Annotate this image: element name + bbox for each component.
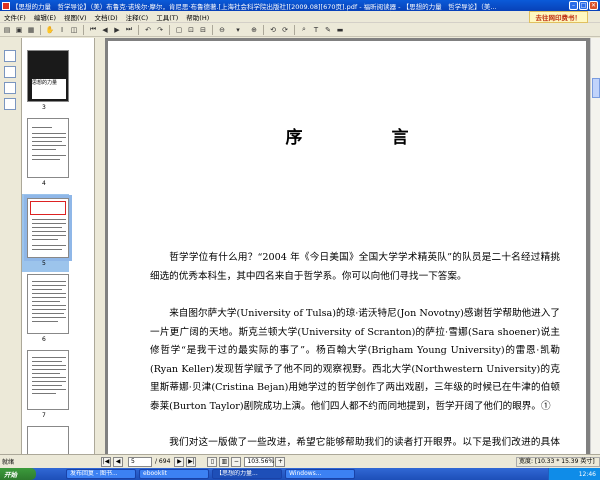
forward-icon[interactable]: ↷ [155,25,165,35]
select-text-icon[interactable]: I [57,25,67,35]
maximize-button[interactable]: □ [579,1,588,10]
status-text: 就绪 [2,459,15,466]
vertical-scrollbar[interactable] [590,38,600,454]
minimize-button[interactable]: – [569,1,578,10]
next-page-icon[interactable]: ▶ [112,25,122,35]
note-icon[interactable]: ✎ [323,25,333,35]
taskbar-item[interactable]: 发布回复 - 图书... [66,469,136,479]
layers-panel-icon[interactable] [4,82,16,94]
taskbar-item-active[interactable]: 【思想的力量... [212,469,282,479]
page-thumbnail[interactable] [27,274,69,334]
panel-splitter[interactable] [95,38,105,454]
snapshot-icon[interactable]: ◫ [69,25,79,35]
start-button[interactable]: 开始 [0,468,36,480]
toolbar: ▤ ▣ ▦ ✋ I ◫ ⏮ ◀ ▶ ⏭ ↶ ↷ ▢ ⊡ ⊟ ⊖ ▾ ⊕ ⟲ ⟳ … [0,23,600,37]
fit-page-icon[interactable]: ⊡ [186,25,196,35]
bookmarks-panel-icon[interactable] [4,66,16,78]
attachments-panel-icon[interactable] [4,98,16,110]
ad-banner[interactable]: 去往网印费书！ [528,10,588,23]
last-page-button[interactable]: ▶| [186,456,197,467]
visible-area-frame [30,201,66,215]
save-icon[interactable]: ▣ [14,25,24,35]
toolbar-separator [263,24,264,35]
first-page-icon[interactable]: ⏮ [88,25,98,35]
pdf-page: 序 言 哲学学位有什么用？“2004 年《今日美国》全国大学学术精英队”的队员是… [108,41,586,454]
fit-width-icon[interactable]: ⊟ [198,25,208,35]
menu-tools[interactable]: 工具(T) [152,12,182,22]
toolbar-separator [138,24,139,35]
actual-size-icon[interactable]: ▢ [174,25,184,35]
open-folder-icon[interactable]: ▤ [2,25,12,35]
rotate-right-icon[interactable]: ⟳ [280,25,290,35]
toolbar-separator [40,24,41,35]
page-thumbnail[interactable] [27,426,69,454]
thumbnail-page-number: 6 [42,336,46,343]
continuous-page-icon[interactable]: ▥ [219,456,230,467]
taskbar-item[interactable]: ebooklit [139,469,209,479]
page-thumbnail[interactable] [27,350,69,410]
thumbnail-page-number: 7 [42,412,46,419]
os-taskbar: 开始 发布回复 - 图书... ebooklit 【思想的力量... Windo… [0,468,600,480]
paragraph: 哲学学位有什么用？“2004 年《今日美国》全国大学学术精英队”的队员是二十名经… [150,252,560,282]
menu-document[interactable]: 文档(D) [91,12,122,22]
toolbar-separator [169,24,170,35]
paragraph: 我们对这一版做了一些改进，希望它能够帮助我们的读者打开眼界。以下是我们改进的具体… [169,437,560,448]
page-thumbnail[interactable] [27,118,69,178]
status-bar: 就绪 |◀ ◀ 5 / 694 ▶ ▶| ▯ ▥ − 103.56% + 宽度:… [0,454,600,468]
next-page-button[interactable]: ▶ [174,456,185,467]
menu-bar: 文件(F) 编辑(E) 视图(V) 文档(D) 注释(C) 工具(T) 帮助(H… [0,10,600,23]
side-panel-tabs [0,38,22,454]
page-total: / 694 [155,458,171,465]
toolbar-separator [212,24,213,35]
single-page-icon[interactable]: ▯ [207,456,218,467]
last-page-icon[interactable]: ⏭ [124,25,134,35]
search-icon[interactable]: ⌕ [299,25,309,35]
toolbar-separator [83,24,84,35]
page-thumbnail[interactable]: 思想的力量 [27,50,69,102]
zoom-in-icon[interactable]: ⊕ [249,25,259,35]
zoom-out-icon[interactable]: ⊖ [217,25,227,35]
zoom-dropdown[interactable]: ▾ [229,25,247,35]
page-number-input[interactable]: 5 [128,456,152,467]
pages-panel-icon[interactable] [4,50,16,62]
hand-tool-icon[interactable]: ✋ [45,25,55,35]
thumbnail-page-number: 5 [42,260,46,267]
thumbnail-title: 思想的力量 [32,79,66,99]
thumbnail-panel[interactable]: 思想的力量 3 4 5 6 7 [22,38,95,454]
typewriter-icon[interactable]: T [311,25,321,35]
page-size-info: 宽度: [10.33 * 15.39 英寸] [516,456,600,467]
highlight-icon[interactable]: ▬ [335,25,345,35]
zoom-out-button[interactable]: − [231,456,242,467]
paragraph: 来自图尔萨大学(University of Tulsa)的琼·诺沃特尼(Jon … [150,308,560,412]
menu-comment[interactable]: 注释(C) [122,12,153,22]
app-icon [2,1,10,10]
title-bar: 【思想的力量 哲学导论】（美）布鲁克·诺埃尔·摩尔，肯尼思·布鲁德著.[上海社会… [0,0,600,11]
window-title: 【思想的力量 哲学导论】（美）布鲁克·诺埃尔·摩尔，肯尼思·布鲁德著.[上海社会… [12,2,497,11]
scrollbar-thumb[interactable] [592,78,600,98]
window-controls: – □ ✕ [569,1,598,10]
zoom-in-button[interactable]: + [275,456,286,467]
page-heading: 序 言 [285,128,445,148]
zoom-input[interactable]: 103.56% [244,456,275,467]
toolbar-separator [294,24,295,35]
prev-page-icon[interactable]: ◀ [100,25,110,35]
menu-edit[interactable]: 编辑(E) [30,12,60,22]
page-thumbnail-selected[interactable] [24,195,72,261]
taskbar-item[interactable]: Windows... [285,469,355,479]
document-view[interactable]: 序 言 哲学学位有什么用？“2004 年《今日美国》全国大学学术精英队”的队员是… [105,38,590,454]
print-icon[interactable]: ▦ [26,25,36,35]
thumbnail-page-number: 3 [42,104,46,111]
thumbnail-page-number: 4 [42,180,46,187]
prev-page-button[interactable]: ◀ [113,456,123,467]
rotate-left-icon[interactable]: ⟲ [268,25,278,35]
menu-view[interactable]: 视图(V) [60,12,91,22]
menu-file[interactable]: 文件(F) [0,12,30,22]
menu-help[interactable]: 帮助(H) [182,12,213,22]
system-tray-clock: 12:46 [548,468,600,480]
first-page-button[interactable]: |◀ [101,456,111,467]
back-icon[interactable]: ↶ [143,25,153,35]
close-button[interactable]: ✕ [589,1,598,10]
